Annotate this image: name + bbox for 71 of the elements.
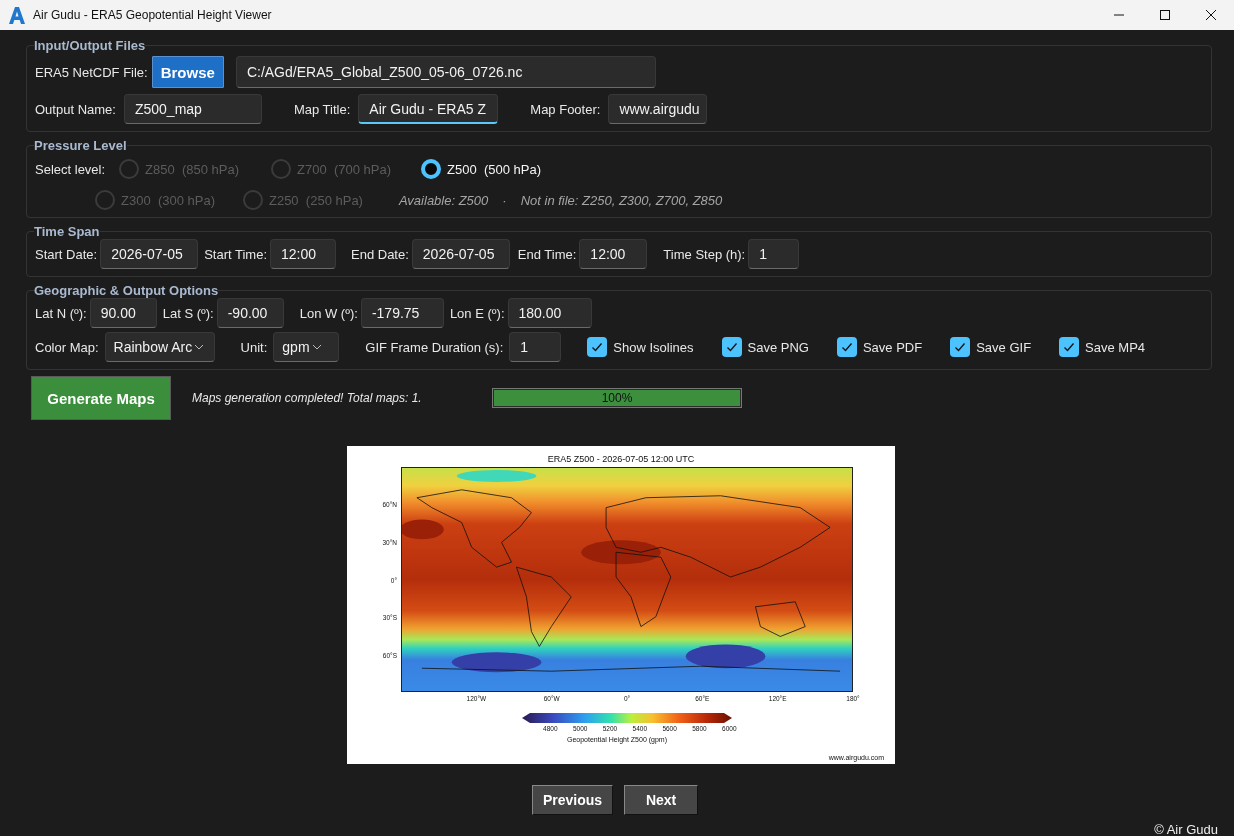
group-title: Input/Output Files bbox=[34, 38, 146, 53]
field-label: Map Title: bbox=[293, 101, 351, 117]
field-label: Output Name: bbox=[35, 101, 116, 117]
chevron-down-icon bbox=[311, 344, 322, 350]
group-title: Geographic & Output Options bbox=[34, 283, 219, 298]
input-field[interactable]: 2026-07-05 bbox=[411, 239, 510, 269]
input-field[interactable]: 12:00 bbox=[270, 239, 336, 269]
field-label: Lat S (º): bbox=[162, 305, 214, 321]
group-title: Time Span bbox=[34, 224, 100, 239]
field-label: Start Date: bbox=[35, 246, 98, 262]
input-field[interactable]: 12:00 bbox=[579, 239, 648, 269]
field-label: Lon W (º): bbox=[299, 305, 358, 321]
nav-button[interactable]: Next bbox=[624, 785, 699, 815]
checkbox-label[interactable]: Save PNG bbox=[747, 339, 809, 355]
field-label: Start Time: bbox=[204, 246, 267, 262]
checkbox[interactable] bbox=[1059, 337, 1080, 357]
radio-button[interactable] bbox=[421, 159, 442, 179]
checkbox-label[interactable]: Show Isolines bbox=[613, 339, 694, 355]
radio-label[interactable]: Z500 (500 hPa) bbox=[447, 161, 541, 177]
map-title: ERA5 Z500 - 2026-07-05 12:00 UTC bbox=[546, 454, 696, 464]
available-note: Available: Z500 bbox=[398, 192, 489, 208]
field-label: Color Map: bbox=[35, 339, 99, 355]
browse-button[interactable]: Browse bbox=[151, 56, 224, 88]
nav-button[interactable]: Previous bbox=[531, 785, 614, 815]
field-label: End Date: bbox=[351, 246, 409, 262]
checkmark-icon bbox=[591, 341, 604, 353]
field-label: Time Step (h): bbox=[663, 246, 746, 262]
checkmark-icon bbox=[725, 341, 738, 353]
checkbox-label[interactable]: Save GIF bbox=[976, 339, 1032, 355]
file-path-field[interactable]: C:/AGd/ERA5_Global_Z500_05-06_0726.nc bbox=[235, 56, 656, 88]
field-label: GIF Frame Duration (s): bbox=[365, 339, 504, 355]
checkbox-label[interactable]: Save MP4 bbox=[1085, 339, 1146, 355]
field-label: Lat N (º): bbox=[35, 305, 87, 321]
close-icon[interactable] bbox=[1205, 9, 1217, 21]
input-field[interactable]: Air Gudu - ERA5 Z bbox=[358, 94, 499, 124]
checkbox[interactable] bbox=[950, 337, 971, 357]
input-field[interactable]: 2026-07-05 bbox=[100, 239, 199, 269]
input-field[interactable]: -179.75 bbox=[360, 298, 444, 328]
checkmark-icon bbox=[840, 341, 853, 353]
app-logo-icon bbox=[9, 6, 25, 24]
input-field[interactable]: Z500_map bbox=[123, 94, 262, 124]
checkmark-icon bbox=[1063, 341, 1076, 353]
color-map-dropdown[interactable]: Rainbow Arc bbox=[104, 332, 215, 362]
checkbox[interactable] bbox=[587, 337, 608, 357]
field-label: ERA5 NetCDF File: bbox=[35, 64, 148, 80]
input-field[interactable]: -90.00 bbox=[216, 298, 284, 328]
missing-note: Not in file: Z250, Z300, Z700, Z850 bbox=[520, 192, 723, 208]
checkbox-label[interactable]: Save PDF bbox=[862, 339, 923, 355]
checkbox[interactable] bbox=[836, 337, 857, 357]
field-label: Lon E (º): bbox=[449, 305, 505, 321]
maximize-icon[interactable] bbox=[1159, 9, 1171, 21]
field-label: End Time: bbox=[517, 246, 577, 262]
input-field[interactable]: 1 bbox=[748, 239, 800, 269]
generate-maps-button[interactable]: Generate Maps bbox=[31, 376, 171, 420]
input-field[interactable]: 90.00 bbox=[89, 298, 157, 328]
progress-reading: 100% bbox=[600, 390, 634, 407]
input-field[interactable]: 1 bbox=[509, 332, 562, 362]
status-message: Maps generation completed! Total maps: 1. bbox=[192, 391, 423, 405]
window-title: Air Gudu - ERA5 Geopotential Height Viewer bbox=[33, 8, 273, 22]
unit-dropdown[interactable]: gpm bbox=[273, 332, 340, 362]
input-field[interactable]: 180.00 bbox=[507, 298, 592, 328]
input-field[interactable]: www.airgudu bbox=[608, 94, 708, 124]
group-title: Pressure Level bbox=[34, 138, 127, 153]
copyright-text: © Air Gudu bbox=[1154, 822, 1218, 836]
checkbox[interactable] bbox=[721, 337, 742, 357]
chevron-down-icon bbox=[194, 344, 205, 350]
field-label: Unit: bbox=[240, 339, 268, 355]
checkmark-icon bbox=[954, 341, 967, 353]
field-label: Map Footer: bbox=[530, 101, 601, 117]
separator-dot: · bbox=[502, 192, 507, 208]
field-label: Select level: bbox=[35, 161, 106, 177]
